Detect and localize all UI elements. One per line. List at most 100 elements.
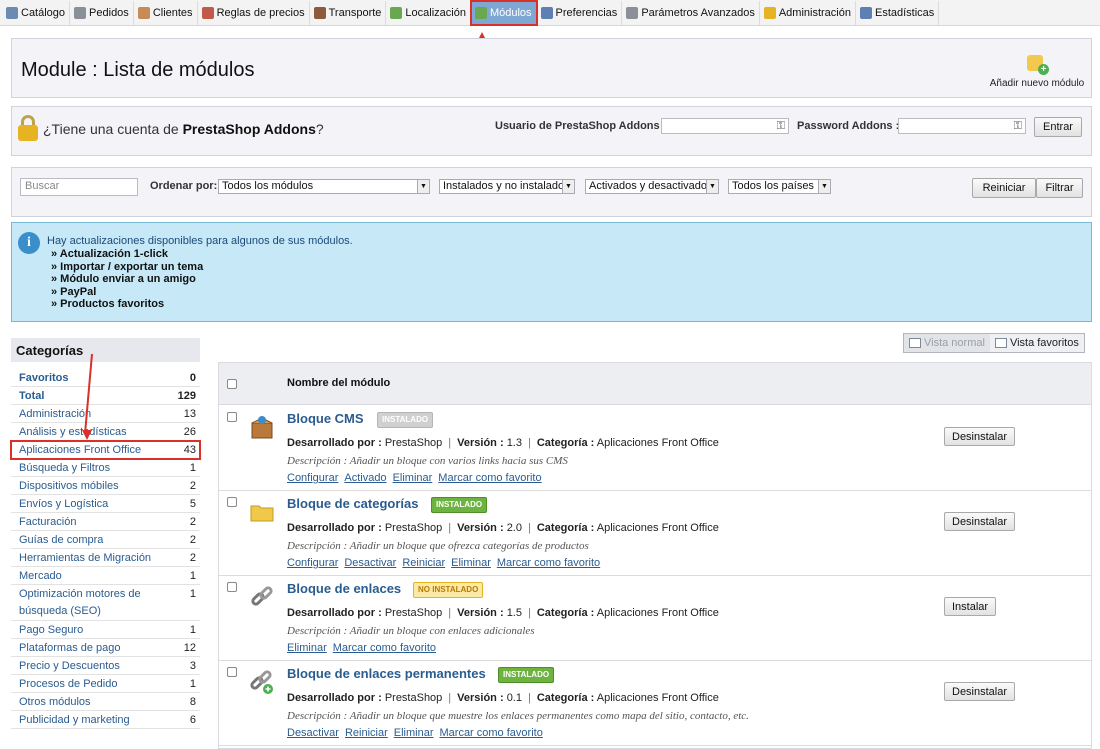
- tab-label: Módulos: [489, 6, 532, 19]
- category-count: 0: [189, 372, 196, 384]
- lock-icon: [18, 115, 38, 141]
- addons-question: ¿Tiene una cuenta de PrestaShop Addons?: [43, 121, 324, 137]
- update-info-box: i Hay actualizaciones disponibles para a…: [11, 222, 1092, 322]
- tab-price-rules[interactable]: Reglas de precios: [198, 0, 310, 25]
- favorites-view-button[interactable]: Vista favoritos: [989, 334, 1084, 352]
- tab-catalog[interactable]: Catálogo: [2, 0, 71, 25]
- developer-label: Desarrollado por :: [287, 437, 382, 449]
- module-action-link[interactable]: Eliminar: [451, 557, 491, 569]
- module-desinstalar-button[interactable]: Desinstalar: [944, 682, 1016, 701]
- search-input[interactable]: Buscar: [20, 178, 138, 196]
- update-info-item: » Importar / exportar un tema: [51, 260, 204, 273]
- category-item[interactable]: Guías de compra 2: [11, 531, 200, 549]
- category-item[interactable]: Envíos y Logística 5: [11, 495, 200, 513]
- administration-icon: [763, 6, 776, 19]
- addons-login-panel: ¿Tiene una cuenta de PrestaShop Addons? …: [11, 106, 1092, 156]
- module-action-link[interactable]: Configurar: [287, 472, 338, 484]
- install-status-select-value: Instalados y no instalados: [443, 180, 570, 192]
- category-item[interactable]: Herramientas de Migración 2: [11, 549, 200, 567]
- install-status-select[interactable]: Instalados y no instalados ▼: [439, 179, 575, 194]
- module-instalar-button[interactable]: Instalar: [944, 597, 997, 616]
- module-action-link[interactable]: Desactivar: [344, 557, 396, 569]
- reset-button[interactable]: Reiniciar: [972, 178, 1036, 198]
- category-label: Dispositivos móbiles: [19, 480, 119, 492]
- select-all-checkbox[interactable]: [227, 379, 237, 389]
- category-count: 2: [189, 552, 196, 564]
- module-checkbox[interactable]: [227, 497, 237, 507]
- module-action-link[interactable]: Eliminar: [393, 472, 433, 484]
- module-version: 1.5: [506, 607, 522, 619]
- module-action-link[interactable]: Marcar como favorito: [497, 557, 600, 569]
- module-action-link[interactable]: Eliminar: [287, 642, 327, 654]
- normal-view-label: Vista normal: [924, 337, 985, 349]
- tab-stats[interactable]: Estadísticas: [856, 0, 940, 25]
- tab-localization[interactable]: Localización: [386, 0, 471, 25]
- filter-button[interactable]: Filtrar: [1036, 178, 1083, 198]
- category-item[interactable]: Dispositivos móbiles 2: [11, 477, 200, 495]
- addons-question-prefix: ¿Tiene una cuenta de: [43, 121, 183, 137]
- module-checkbox[interactable]: [227, 582, 237, 592]
- module-action-link[interactable]: Desactivar: [287, 727, 339, 739]
- module-row: Bloque de categorías INSTALADO Desarrollad…: [219, 491, 1091, 576]
- category-item[interactable]: Facturación 2: [11, 513, 200, 531]
- module-name-column-header: Nombre del módulo: [287, 377, 391, 389]
- module-type-select[interactable]: Todos los módulos ▼: [218, 179, 430, 194]
- tab-shipping[interactable]: Transporte: [310, 0, 387, 25]
- meta-separator: |: [527, 437, 531, 449]
- module-action-link[interactable]: Configurar: [287, 557, 338, 569]
- module-version: 2.0: [506, 522, 522, 534]
- category-count: 2: [189, 516, 196, 528]
- module-action-link[interactable]: Reiniciar: [402, 557, 445, 569]
- category-item[interactable]: Búsqueda y Filtros 1: [11, 459, 200, 477]
- module-name[interactable]: Bloque de categorías: [287, 496, 418, 511]
- category-item[interactable]: Plataformas de pago 12: [11, 639, 200, 657]
- tab-label: Parámetros Avanzados: [641, 6, 755, 19]
- category-item[interactable]: Otros módulos 8: [11, 693, 200, 711]
- module-checkbox[interactable]: [227, 667, 237, 677]
- module-developer: PrestaShop: [384, 607, 443, 619]
- categories-list: Favoritos 0 Total 129 Administración 13 Anális…: [10, 369, 201, 729]
- category-count: 6: [189, 714, 196, 726]
- module-name[interactable]: Bloque de enlaces permanentes: [287, 666, 486, 681]
- module-action-link[interactable]: Marcar como favorito: [333, 642, 436, 654]
- tab-preferences[interactable]: Preferencias: [537, 0, 623, 25]
- module-action-link[interactable]: Eliminar: [394, 727, 434, 739]
- module-name[interactable]: Bloque CMS: [287, 411, 364, 426]
- addons-user-input[interactable]: ⚿: [661, 118, 789, 134]
- tab-customers[interactable]: Clientes: [134, 0, 198, 25]
- module-action-link[interactable]: Activado: [344, 472, 386, 484]
- module-action-link[interactable]: Marcar como favorito: [440, 727, 543, 739]
- module-name[interactable]: Bloque de enlaces: [287, 581, 401, 596]
- category-count: 1: [189, 624, 196, 636]
- module-checkbox[interactable]: [227, 412, 237, 422]
- chevron-down-icon: ▼: [562, 180, 574, 193]
- category-label: Búsqueda y Filtros: [19, 462, 111, 474]
- category-item[interactable]: Mercado 1: [11, 567, 200, 585]
- module-desinstalar-button[interactable]: Desinstalar: [944, 427, 1016, 446]
- active-status-select[interactable]: Activados y desactivados ▼: [585, 179, 719, 194]
- category-item[interactable]: Análisis y estadísticas 26: [11, 423, 200, 441]
- module-category: Aplicaciones Front Office: [596, 692, 719, 704]
- addons-submit-button[interactable]: Entrar: [1034, 117, 1082, 137]
- category-item[interactable]: Administración 13: [11, 405, 200, 423]
- addons-password-input[interactable]: ⚿: [898, 118, 1026, 134]
- country-select[interactable]: Todos los países ▼: [728, 179, 831, 194]
- normal-view-button[interactable]: Vista normal: [904, 334, 990, 352]
- category-item[interactable]: Total 129: [11, 387, 200, 405]
- category-item[interactable]: Favoritos 0: [11, 369, 200, 387]
- update-info-list: » Actualización 1-click» Importar / expo…: [51, 248, 203, 311]
- category-item[interactable]: Aplicaciones Front Office 43: [10, 440, 201, 460]
- category-item[interactable]: Optimización motores de búsqueda (SEO) 1: [11, 585, 200, 621]
- module-desinstalar-button[interactable]: Desinstalar: [944, 512, 1016, 531]
- module-action-link[interactable]: Reiniciar: [345, 727, 388, 739]
- tab-administration[interactable]: Administración: [760, 0, 856, 25]
- tab-orders[interactable]: Pedidos: [70, 0, 134, 25]
- tab-modules[interactable]: Módulos: [469, 0, 538, 26]
- add-module-button[interactable]: + Añadir nuevo módulo: [989, 51, 1085, 89]
- category-item[interactable]: Procesos de Pedido 1: [11, 675, 200, 693]
- category-item[interactable]: Publicidad y marketing 6: [11, 711, 200, 729]
- tab-advanced-params[interactable]: Parámetros Avanzados: [622, 0, 760, 25]
- category-item[interactable]: Pago Seguro 1: [11, 621, 200, 639]
- module-action-link[interactable]: Marcar como favorito: [438, 472, 541, 484]
- category-item[interactable]: Precio y Descuentos 3: [11, 657, 200, 675]
